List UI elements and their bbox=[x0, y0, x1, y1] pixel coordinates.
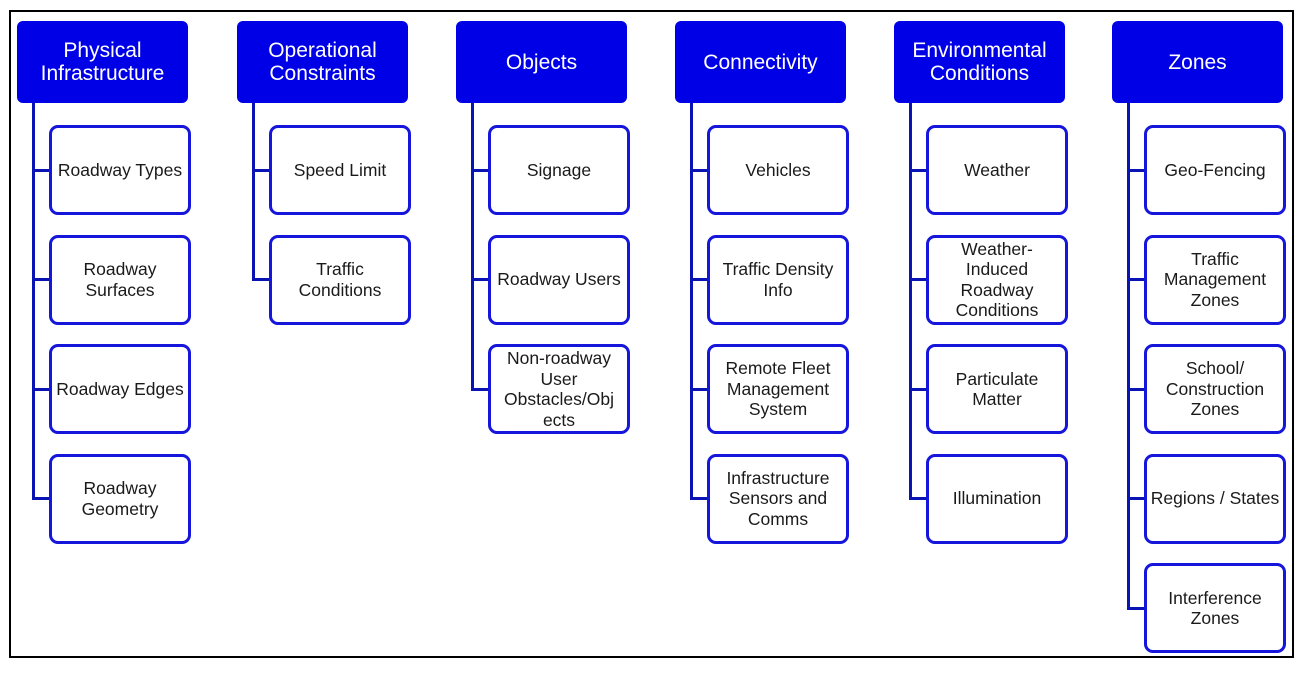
subcategory-box: Roadway Edges bbox=[49, 344, 191, 434]
subcategory-box: Vehicles bbox=[707, 125, 849, 215]
column-objects: Objects Signage Roadway Users Non-roadway U… bbox=[456, 12, 631, 656]
category-header: Environmental Conditions bbox=[894, 21, 1065, 103]
subcategory-label: Weather-Induced Roadway Conditions bbox=[955, 238, 1039, 321]
subcategory-label: Speed Limit bbox=[293, 159, 387, 180]
connector-branch bbox=[1127, 387, 1145, 391]
subcategory-label: Vehicles bbox=[745, 159, 811, 180]
connector-trunk bbox=[252, 103, 255, 281]
subcategory-box: Speed Limit bbox=[269, 125, 411, 215]
connector-trunk bbox=[471, 103, 474, 391]
connector-branch bbox=[690, 387, 708, 391]
subcategory-box: Traffic Management Zones bbox=[1144, 234, 1286, 325]
category-header: Operational Constraints bbox=[237, 21, 408, 103]
column-environmental-conditions: Environmental Conditions Weather Weather-I… bbox=[894, 12, 1069, 656]
subcategory-label: Regions / States bbox=[1150, 488, 1280, 509]
connector-branch bbox=[690, 497, 708, 500]
connector-branch bbox=[690, 168, 708, 172]
subcategory-label: School/ Construction Zones bbox=[1165, 358, 1265, 420]
column-physical-infrastructure: Physical Infrastructure Roadway Types Road… bbox=[17, 12, 192, 656]
subcategory-label: Traffic Conditions bbox=[298, 259, 382, 300]
subcategory-box: Regions / States bbox=[1144, 453, 1286, 544]
subcategory-box: Infrastructure Sensors and Comms bbox=[707, 453, 849, 544]
subcategory-label: Roadway Types bbox=[57, 159, 183, 180]
connector-branch bbox=[909, 278, 927, 281]
subcategory-box: Traffic Conditions bbox=[269, 234, 411, 325]
subcategory-label: Infrastructure Sensors and Comms bbox=[726, 467, 830, 529]
subcategory-box: Interference Zones bbox=[1144, 563, 1286, 653]
connector-trunk bbox=[1127, 103, 1130, 610]
subcategory-box: Weather bbox=[926, 125, 1068, 215]
connector-branch bbox=[471, 168, 489, 172]
connector-trunk bbox=[32, 103, 35, 500]
subcategory-label: Signage bbox=[526, 159, 592, 180]
subcategory-box: Weather-Induced Roadway Conditions bbox=[926, 234, 1068, 325]
subcategory-box: Remote Fleet Management System bbox=[707, 344, 849, 434]
subcategory-label: Interference Zones bbox=[1168, 587, 1262, 629]
connector-branch bbox=[909, 387, 927, 391]
connector-branch bbox=[32, 387, 50, 391]
connector-branch bbox=[1127, 168, 1145, 172]
subcategory-label: Non-roadway User Obstacles/Obj ects bbox=[504, 348, 614, 430]
column-connectivity: Connectivity Vehicles Traffic Density Info… bbox=[675, 12, 850, 656]
subcategory-box: Roadway Surfaces bbox=[49, 234, 191, 325]
connector-branch bbox=[909, 168, 927, 172]
connector-branch bbox=[252, 168, 270, 172]
connector-branch bbox=[471, 387, 489, 391]
connector-branch bbox=[32, 278, 50, 281]
subcategory-label: Particulate Matter bbox=[955, 368, 1039, 410]
subcategory-label: Remote Fleet Management System bbox=[725, 358, 831, 420]
subcategory-label: Roadway Users bbox=[497, 269, 621, 290]
connector-branch bbox=[471, 278, 489, 281]
column-operational-constraints: Operational Constraints Speed Limit Traffi… bbox=[237, 12, 412, 656]
connector-branch bbox=[32, 168, 50, 172]
subcategory-label: Roadway Edges bbox=[56, 378, 184, 399]
subcategory-label: Weather bbox=[964, 159, 1030, 180]
subcategory-box: Roadway Geometry bbox=[49, 453, 191, 544]
category-header: Connectivity bbox=[675, 21, 846, 103]
connector-trunk bbox=[909, 103, 912, 500]
subcategory-box: Illumination bbox=[926, 453, 1068, 544]
diagram-frame: Physical Infrastructure Roadway Types Road… bbox=[9, 10, 1294, 658]
subcategory-box: Particulate Matter bbox=[926, 344, 1068, 434]
subcategory-box: Non-roadway User Obstacles/Obj ects bbox=[488, 344, 630, 434]
subcategory-label: Traffic Density Info bbox=[722, 259, 834, 300]
connector-branch bbox=[909, 497, 927, 500]
connector-trunk bbox=[690, 103, 693, 500]
connector-branch bbox=[252, 278, 270, 281]
subcategory-label: Traffic Management Zones bbox=[1163, 248, 1267, 310]
subcategory-box: Signage bbox=[488, 125, 630, 215]
subcategory-box: Roadway Users bbox=[488, 234, 630, 325]
subcategory-label: Roadway Geometry bbox=[81, 478, 159, 519]
category-header: Objects bbox=[456, 21, 627, 103]
subcategory-box: Traffic Density Info bbox=[707, 234, 849, 325]
connector-branch bbox=[1127, 497, 1145, 500]
connector-branch bbox=[32, 497, 50, 500]
subcategory-box: School/ Construction Zones bbox=[1144, 344, 1286, 434]
column-zones: Zones Geo-Fencing Traffic Management Zones… bbox=[1112, 12, 1287, 656]
category-header: Zones bbox=[1112, 21, 1283, 103]
subcategory-label: Illumination bbox=[952, 488, 1042, 509]
subcategory-box: Roadway Types bbox=[49, 125, 191, 215]
category-header: Physical Infrastructure bbox=[17, 21, 188, 103]
subcategory-box: Geo-Fencing bbox=[1144, 125, 1286, 215]
subcategory-label: Geo-Fencing bbox=[1164, 159, 1266, 180]
subcategory-label: Roadway Surfaces bbox=[83, 259, 157, 300]
connector-branch bbox=[690, 278, 708, 281]
connector-branch bbox=[1127, 606, 1145, 610]
connector-branch bbox=[1127, 278, 1145, 281]
